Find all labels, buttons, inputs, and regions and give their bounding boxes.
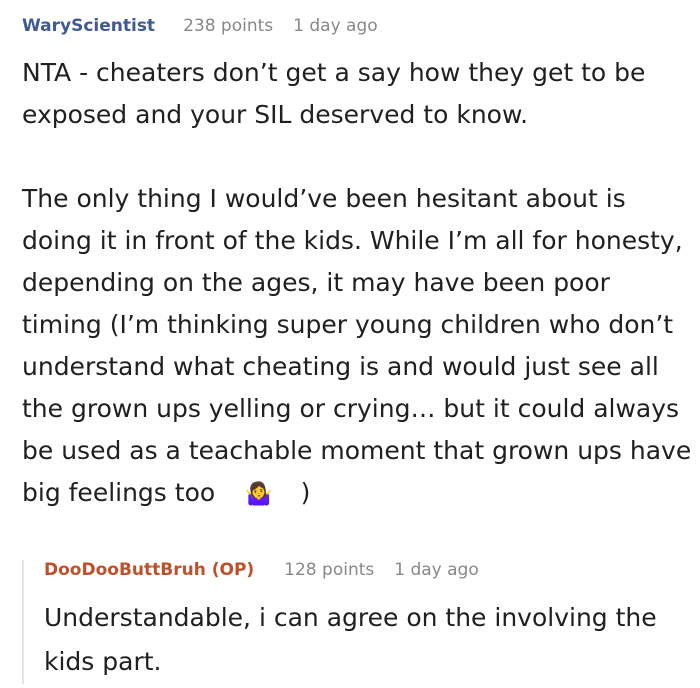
reply-username[interactable]: DooDooButtBruh (OP) <box>44 560 254 580</box>
reply-body: Understandable, i can agree on the invol… <box>44 603 657 676</box>
comment-time[interactable]: 1 day ago <box>293 16 378 36</box>
comment-username[interactable]: WaryScientist <box>22 16 155 36</box>
reply-time[interactable]: 1 day ago <box>394 560 479 580</box>
comment-paragraph-2-text: The only thing I would’ve been hesitant … <box>22 184 700 507</box>
reply-meta: DooDooButtBruh (OP) 128 points 1 day ago <box>44 560 700 588</box>
comment-paragraph-2-end: ) <box>300 478 311 507</box>
comment: WaryScientist 238 points 1 day ago NTA -… <box>22 16 692 516</box>
reply: DooDooButtBruh (OP) 128 points 1 day ago… <box>22 560 700 684</box>
woman-shrugging-icon: 🤷‍♀️ <box>245 482 273 507</box>
comment-paragraph-1: NTA - cheaters don’t get a say how they … <box>22 58 654 129</box>
comment-meta: WaryScientist 238 points 1 day ago <box>22 16 692 44</box>
comment-points: 238 points <box>183 16 274 36</box>
reply-points: 128 points <box>284 560 375 580</box>
comment-paragraph-2: The only thing I would’ve been hesitant … <box>22 178 692 516</box>
comment-body: NTA - cheaters don’t get a say how they … <box>22 52 692 516</box>
